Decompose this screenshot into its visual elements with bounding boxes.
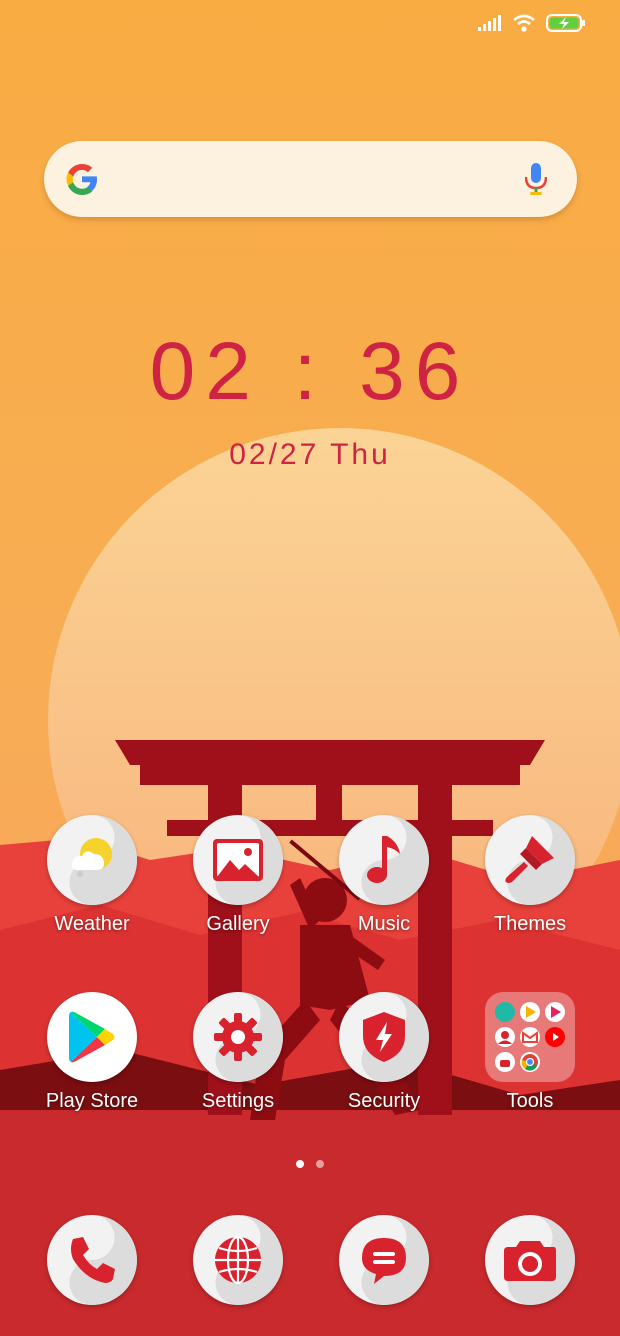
app-label: Music [357, 913, 411, 935]
chrome-mini-icon [520, 1052, 540, 1072]
settings-icon [193, 992, 283, 1082]
folder-tools[interactable]: Tools [475, 992, 585, 1113]
clock-date[interactable]: 02/27 Thu [0, 438, 620, 472]
app-label: Weather [54, 913, 130, 935]
app-label: Play Store [45, 1090, 139, 1112]
play-mini-icon [520, 1002, 540, 1022]
app-settings[interactable]: Settings [183, 992, 293, 1113]
dock-camera[interactable] [475, 1215, 585, 1305]
phone-icon [47, 1215, 137, 1305]
app-themes[interactable]: Themes [475, 815, 585, 936]
weather-icon [47, 815, 137, 905]
app-label: Tools [506, 1090, 554, 1112]
battery-charging-icon [546, 14, 585, 32]
gmail-mini-icon [520, 1027, 540, 1047]
clock-time[interactable]: 02 : 36 [0, 325, 620, 419]
browser-icon [193, 1215, 283, 1305]
camera-icon [485, 1215, 575, 1305]
app-weather[interactable]: Weather [37, 815, 147, 936]
themes-icon [485, 815, 575, 905]
app-label: Themes [493, 913, 567, 935]
microphone-icon[interactable] [525, 163, 547, 195]
tools-folder-icon [485, 992, 575, 1082]
app-music[interactable]: Music [329, 815, 439, 936]
page-dot-active[interactable] [296, 1160, 304, 1168]
wifi-icon [513, 14, 535, 32]
security-icon [339, 992, 429, 1082]
app-gallery[interactable]: Gallery [183, 815, 293, 936]
google-search-bar[interactable] [44, 141, 577, 217]
status-bar [478, 14, 586, 32]
page-dot[interactable] [316, 1160, 324, 1168]
music-icon [339, 815, 429, 905]
app-label: Settings [201, 1090, 275, 1112]
gallery-icon [193, 815, 283, 905]
dock-browser[interactable] [183, 1215, 293, 1305]
recorder-mini-icon [495, 1052, 515, 1072]
page-indicator [0, 1160, 620, 1168]
youtube-mini-icon [545, 1027, 565, 1047]
signal-icon [478, 15, 501, 31]
app-security[interactable]: Security [329, 992, 439, 1113]
play-store-icon [47, 992, 137, 1082]
contacts-mini-icon [495, 1027, 515, 1047]
app-label: Gallery [206, 913, 270, 935]
scanner-mini-icon [495, 1002, 515, 1022]
dock-messages[interactable] [329, 1215, 439, 1305]
app-label: Security [347, 1090, 421, 1112]
app-play-store[interactable]: Play Store [37, 992, 147, 1113]
dock-phone[interactable] [37, 1215, 147, 1305]
google-logo-icon [66, 164, 97, 195]
video-mini-icon [545, 1002, 565, 1022]
messages-icon [339, 1215, 429, 1305]
